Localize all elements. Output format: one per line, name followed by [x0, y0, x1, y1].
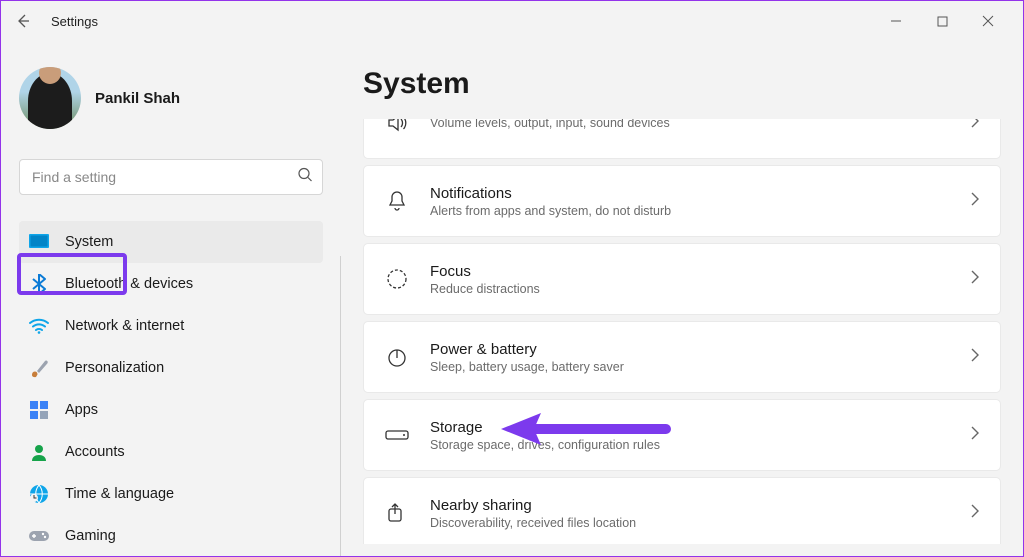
storage-icon: [384, 422, 410, 448]
chevron-right-icon: [970, 426, 980, 445]
card-title: Storage: [430, 419, 950, 436]
sidebar-item-label: Accounts: [65, 444, 125, 460]
window-controls: [873, 5, 1011, 37]
arrow-left-icon: [15, 13, 31, 29]
sidebar-item-apps[interactable]: Apps: [19, 389, 323, 431]
chevron-right-icon: [970, 119, 980, 133]
bell-icon: [384, 188, 410, 214]
sidebar: Pankil Shah System Bluetooth & devices N…: [1, 41, 341, 556]
card-subtitle: Alerts from apps and system, do not dist…: [430, 204, 950, 218]
sidebar-item-system[interactable]: System: [19, 221, 323, 263]
sidebar-divider: [340, 256, 341, 556]
sidebar-item-network[interactable]: Network & internet: [19, 305, 323, 347]
card-sound[interactable]: Sound Volume levels, output, input, soun…: [363, 119, 1001, 159]
chevron-right-icon: [970, 348, 980, 367]
card-subtitle: Discoverability, received files location: [430, 516, 950, 530]
search-icon: [297, 167, 313, 188]
sidebar-item-time-language[interactable]: Time & language: [19, 473, 323, 515]
minimize-icon: [890, 15, 902, 27]
bluetooth-icon: [29, 274, 49, 294]
share-icon: [384, 500, 410, 526]
sidebar-item-label: Apps: [65, 402, 98, 418]
focus-icon: [384, 266, 410, 292]
avatar: [19, 67, 81, 129]
card-subtitle: Sleep, battery usage, battery saver: [430, 360, 950, 374]
card-storage[interactable]: Storage Storage space, drives, configura…: [363, 399, 1001, 471]
sidebar-item-gaming[interactable]: Gaming: [19, 515, 323, 557]
sidebar-item-label: System: [65, 234, 113, 250]
card-title: Power & battery: [430, 341, 950, 358]
gaming-icon: [29, 526, 49, 546]
card-title: Focus: [430, 263, 950, 280]
sidebar-item-label: Time & language: [65, 486, 174, 502]
brush-icon: [29, 358, 49, 378]
card-title: Notifications: [430, 185, 950, 202]
globe-icon: [29, 484, 49, 504]
sound-icon: [384, 119, 410, 136]
chevron-right-icon: [970, 270, 980, 289]
accounts-icon: [29, 442, 49, 462]
card-subtitle: Reduce distractions: [430, 282, 950, 296]
back-button[interactable]: [13, 11, 33, 31]
close-icon: [982, 15, 994, 27]
titlebar: Settings: [1, 1, 1023, 41]
card-focus[interactable]: Focus Reduce distractions: [363, 243, 1001, 315]
card-subtitle: Volume levels, output, input, sound devi…: [430, 119, 950, 130]
apps-icon: [29, 400, 49, 420]
sidebar-item-bluetooth[interactable]: Bluetooth & devices: [19, 263, 323, 305]
card-notifications[interactable]: Notifications Alerts from apps and syste…: [363, 165, 1001, 237]
card-nearby-sharing[interactable]: Nearby sharing Discoverability, received…: [363, 477, 1001, 544]
content-area: System Sound Volume levels, output, inpu…: [341, 41, 1023, 556]
close-button[interactable]: [965, 5, 1011, 37]
nav-list: System Bluetooth & devices Network & int…: [19, 221, 323, 557]
sidebar-item-label: Personalization: [65, 360, 164, 376]
sidebar-item-label: Network & internet: [65, 318, 184, 334]
profile-block[interactable]: Pankil Shah: [19, 67, 323, 129]
maximize-button[interactable]: [919, 5, 965, 37]
sidebar-item-accounts[interactable]: Accounts: [19, 431, 323, 473]
card-power-battery[interactable]: Power & battery Sleep, battery usage, ba…: [363, 321, 1001, 393]
chevron-right-icon: [970, 192, 980, 211]
window-title: Settings: [51, 14, 98, 29]
page-title: System: [363, 67, 1001, 101]
card-subtitle: Storage space, drives, configuration rul…: [430, 438, 950, 452]
display-icon: [29, 232, 49, 252]
card-title: Nearby sharing: [430, 497, 950, 514]
sidebar-item-label: Bluetooth & devices: [65, 276, 193, 292]
user-name: Pankil Shah: [95, 90, 180, 107]
minimize-button[interactable]: [873, 5, 919, 37]
search-input[interactable]: [19, 159, 323, 195]
sidebar-item-label: Gaming: [65, 528, 116, 544]
wifi-icon: [29, 316, 49, 336]
maximize-icon: [937, 16, 948, 27]
power-icon: [384, 344, 410, 370]
sidebar-item-personalization[interactable]: Personalization: [19, 347, 323, 389]
chevron-right-icon: [970, 504, 980, 523]
